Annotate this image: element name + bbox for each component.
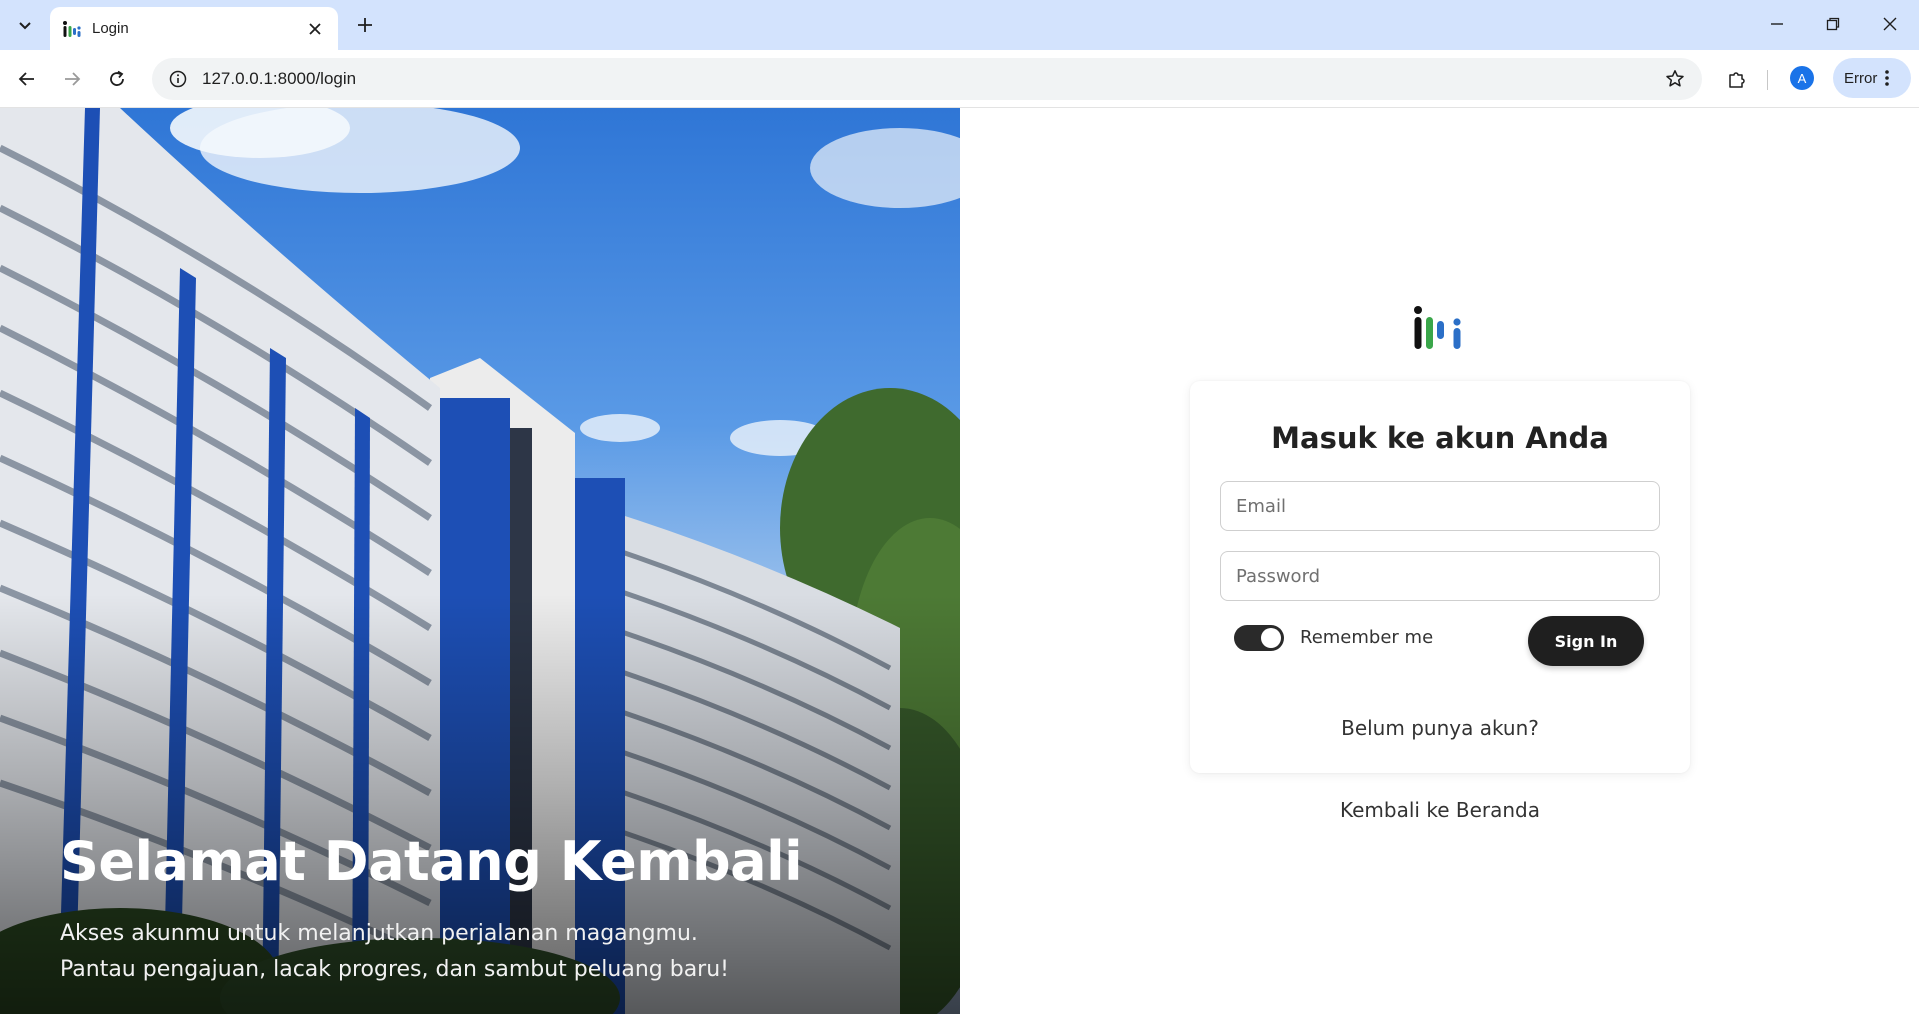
extensions-icon xyxy=(1729,72,1745,88)
new-tab-button[interactable] xyxy=(352,12,378,38)
plus-icon xyxy=(358,18,372,32)
register-link[interactable]: Belum punya akun? xyxy=(1190,716,1690,740)
login-title: Masuk ke akun Anda xyxy=(1271,421,1609,455)
reload-button[interactable] xyxy=(102,64,132,94)
remember-me-toggle[interactable] xyxy=(1234,625,1284,651)
login-page: Selamat Datang Kembali Akses akunmu untu… xyxy=(0,108,1919,1014)
brand-logo xyxy=(1414,306,1461,349)
site-info-button[interactable] xyxy=(166,67,190,91)
login-card: Masuk ke akun Anda Remember me Sign In B… xyxy=(1190,381,1690,773)
error-label: Error xyxy=(1844,69,1878,87)
hero-title: Selamat Datang Kembali xyxy=(60,830,803,893)
tab-close-button[interactable] xyxy=(304,18,326,40)
reload-icon xyxy=(110,70,124,86)
site-info-icon xyxy=(169,70,187,88)
browser-toolbar: 127.0.0.1:8000/login xyxy=(0,50,1919,108)
hero-panel: Selamat Datang Kembali Akses akunmu untu… xyxy=(0,108,960,1014)
hero-subtitle-line1: Akses akunmu untuk melanjutkan perjalana… xyxy=(60,921,698,946)
window-close-icon xyxy=(1883,17,1897,31)
address-bar[interactable]: 127.0.0.1:8000/login xyxy=(152,58,1702,100)
close-icon xyxy=(309,22,321,35)
restore-button[interactable] xyxy=(1815,10,1851,38)
tab-title: Login xyxy=(92,20,129,37)
forward-icon xyxy=(65,72,81,86)
extensions-button[interactable] xyxy=(1722,64,1752,94)
sign-in-button[interactable]: Sign In xyxy=(1528,616,1644,666)
error-menu-button[interactable]: Error xyxy=(1833,58,1911,98)
login-panel: Masuk ke akun Anda Remember me Sign In B… xyxy=(960,108,1919,1014)
forward-button[interactable] xyxy=(57,64,87,94)
favicon-icon xyxy=(63,20,81,37)
restore-icon xyxy=(1826,17,1840,31)
tab-search-button[interactable] xyxy=(8,10,42,40)
remember-me-label[interactable]: Remember me xyxy=(1300,627,1433,648)
minimize-button[interactable] xyxy=(1759,10,1795,38)
bookmark-button[interactable] xyxy=(1660,64,1690,94)
url-text[interactable]: 127.0.0.1:8000/login xyxy=(202,69,1660,89)
more-vert-icon xyxy=(1885,70,1890,86)
back-to-home-link[interactable]: Kembali ke Beranda xyxy=(1190,798,1690,822)
toolbar-separator xyxy=(1767,70,1768,90)
password-input[interactable] xyxy=(1220,551,1660,601)
tab-search-icon xyxy=(19,22,31,30)
back-icon xyxy=(18,72,34,86)
email-input[interactable] xyxy=(1220,481,1660,531)
profile-avatar[interactable]: A xyxy=(1790,66,1814,90)
minimize-icon xyxy=(1771,23,1783,25)
tab-bar: Login xyxy=(0,0,1919,50)
hero-subtitle-line2: Pantau pengajuan, lacak progres, dan sam… xyxy=(60,957,729,982)
active-tab[interactable]: Login xyxy=(50,7,338,50)
window-close-button[interactable] xyxy=(1872,10,1908,38)
toggle-knob xyxy=(1261,628,1281,648)
bookmark-star-icon xyxy=(1666,70,1684,87)
back-button[interactable] xyxy=(12,64,42,94)
hero-subtitle: Akses akunmu untuk melanjutkan perjalana… xyxy=(60,916,880,988)
